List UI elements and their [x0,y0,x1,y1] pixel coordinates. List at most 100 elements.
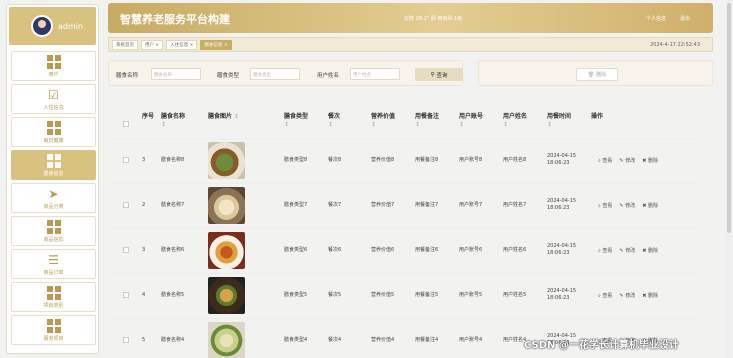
sidebar-item-2[interactable]: 每日健康 [11,117,96,147]
cell-username: 用户姓名4 [503,337,527,343]
logout-link[interactable]: 退出 [680,15,690,22]
meal-image[interactable] [208,322,245,358]
row-actions: ⌕ 查看 ✎ 修改 ✖ 删除 [598,292,658,299]
user-box[interactable]: admin [9,7,96,45]
sidebar-item-label: 商品订单 [43,269,64,276]
edit-button[interactable]: ✎ 修改 [619,202,635,209]
edit-button[interactable]: ✎ 修改 [619,292,635,299]
row-checkbox[interactable] [123,292,129,298]
column-header-5[interactable]: 营养价值 ↕ [371,113,395,129]
sort-icon[interactable]: ↕ [415,121,439,129]
view-button[interactable]: ⌕ 查看 [598,202,612,209]
meal-image[interactable] [208,277,245,314]
table-row[interactable]: 2 膳食名称7 膳食类型7 餐次7 营养价值7 用餐备注7 用户账号7 用户姓名7 2024-0… [112,184,702,229]
sidebar-item-label: 商品分类 [43,203,64,210]
table-header: 序号 膳食名称 ↕ 膳食图片 ↕ 膳食类型 ↕ 餐次 ↕ 营养价值 ↕ 用餐备注 ↕ 用户账号 ↕ 用户姓名… [112,107,702,139]
name-input[interactable]: 膳食名称 [151,68,201,80]
view-button[interactable]: ⌕ 查看 [598,157,612,164]
row-checkbox[interactable] [123,202,129,208]
sidebar-item-label: 商品信息 [43,236,64,243]
row-checkbox[interactable] [123,157,129,163]
clock: 2024-4-17 22:52:43 [650,42,700,48]
sidebar-item-3[interactable]: 膳食信息 [11,150,96,180]
view-button[interactable]: ⌕ 查看 [598,292,612,299]
cell-remark: 用餐备注8 [415,157,439,163]
sidebar-item-7[interactable]: 项目类别 [11,282,96,312]
sidebar-item-1[interactable]: ☑ 入住信息 [11,84,96,114]
sort-icon[interactable]: ↕ [161,121,185,129]
search-button[interactable]: ⚲ 查询 [415,68,463,81]
column-header-3[interactable]: 膳食类型 ↕ [284,113,308,129]
meal-image[interactable] [208,232,245,269]
cell-time: 2024-04-15 18:06:23 [547,198,577,211]
tab-3[interactable]: 膳食信息 × [200,39,232,50]
cell-no: 3 [142,247,146,253]
delete-button-label: 删除 [647,248,658,254]
column-header-2[interactable]: 膳食图片 ↕ [208,113,239,121]
column-header-1[interactable]: 膳食名称 ↕ [161,113,185,129]
delete-button[interactable]: ✖ 删除 [642,247,658,254]
edit-button[interactable]: ✎ 修改 [619,247,635,254]
sort-icon[interactable]: ↕ [284,121,308,129]
sort-icon[interactable]: ↕ [328,121,340,129]
meal-image[interactable] [208,187,245,224]
column-header-8[interactable]: 用户姓名 ↕ [503,113,527,129]
cell-type: 膳食类型6 [284,247,308,253]
view-button[interactable]: ⌕ 查看 [598,247,612,254]
sort-icon[interactable]: ↕ [547,121,571,129]
column-header-label: 序号 [142,113,155,120]
batch-delete-button[interactable]: 🗑 删除 [576,68,618,81]
cell-meal: 餐次5 [328,292,342,298]
column-header-0[interactable]: 序号 [142,113,154,121]
vertical-scrollbar[interactable] [726,0,732,358]
user-name: admin [58,21,84,31]
sidebar-item-5[interactable]: 商品信息 [11,216,96,246]
cell-username: 用户姓名5 [503,292,527,298]
sidebar-item-4[interactable]: ➤ 商品分类 [11,183,96,213]
view-button-label: 查看 [602,248,613,254]
column-header-6[interactable]: 用餐备注 ↕ [415,113,439,129]
grid-icon [46,153,61,168]
sidebar-item-0[interactable]: 用户 [11,51,96,81]
type-input[interactable]: 膳食类型 [250,68,300,80]
column-header-4[interactable]: 餐次 ↕ [328,113,340,129]
row-checkbox[interactable] [123,337,129,343]
cell-account: 用户账号4 [459,337,483,343]
column-header-7[interactable]: 用户账号 ↕ [459,113,483,129]
table-row[interactable]: 3 膳食名称8 膳食类型8 餐次8 营养价值8 用餐备注8 用户账号8 用户姓名8 2024-0… [112,139,702,184]
sort-icon[interactable]: ↕ [232,113,239,120]
search-panel: 膳食名称 膳食名称 膳食类型 膳食类型 用户姓名 用户姓名 ⚲ 查询 [108,60,463,86]
delete-button[interactable]: ✖ 删除 [642,157,658,164]
sort-icon[interactable]: ↕ [371,121,395,129]
cell-account: 用户账号5 [459,292,483,298]
sort-icon[interactable]: ↕ [459,121,483,129]
delete-button[interactable]: ✖ 删除 [642,202,658,209]
meal-image[interactable] [208,142,245,179]
scroll-thumb[interactable] [727,3,731,233]
sidebar-item-8[interactable]: 服务项目 [11,315,96,345]
column-header-10: 操作 [591,113,603,121]
grid-icon [46,54,61,69]
select-all-checkbox[interactable] [123,121,129,127]
cell-remark: 用餐备注6 [415,247,439,253]
cell-remark: 用餐备注5 [415,292,439,298]
row-checkbox[interactable] [123,247,129,253]
table-row[interactable]: 4 膳食名称5 膳食类型5 餐次5 营养价值5 用餐备注5 用户账号5 用户姓名5 2024-0… [112,274,702,319]
row-actions: ⌕ 查看 ✎ 修改 ✖ 删除 [598,247,658,254]
column-header-label: 餐次 [328,113,341,120]
tab-1[interactable]: 用户 × [141,39,164,50]
table-row[interactable]: 3 膳食名称6 膳食类型6 餐次6 营养价值6 用餐备注6 用户账号6 用户姓名6 2024-0… [112,229,702,274]
sidebar-item-6[interactable]: ☰ 商品订单 [11,249,96,279]
user-input[interactable]: 用户姓名 [350,68,400,80]
view-button-label: 查看 [602,203,613,209]
column-header-9[interactable]: 用餐时间 ↕ [547,113,571,129]
cell-username: 用户姓名8 [503,157,527,163]
delete-button[interactable]: ✖ 删除 [642,292,658,299]
edit-button[interactable]: ✎ 修改 [619,157,635,164]
tab-2[interactable]: 入住信息 × [166,39,198,50]
sort-icon[interactable]: ↕ [503,121,527,129]
tab-0[interactable]: 系统首页 [112,39,138,50]
cell-no: 5 [142,337,146,343]
profile-link[interactable]: 个人信息 [646,15,666,22]
grid-icon [46,219,61,234]
